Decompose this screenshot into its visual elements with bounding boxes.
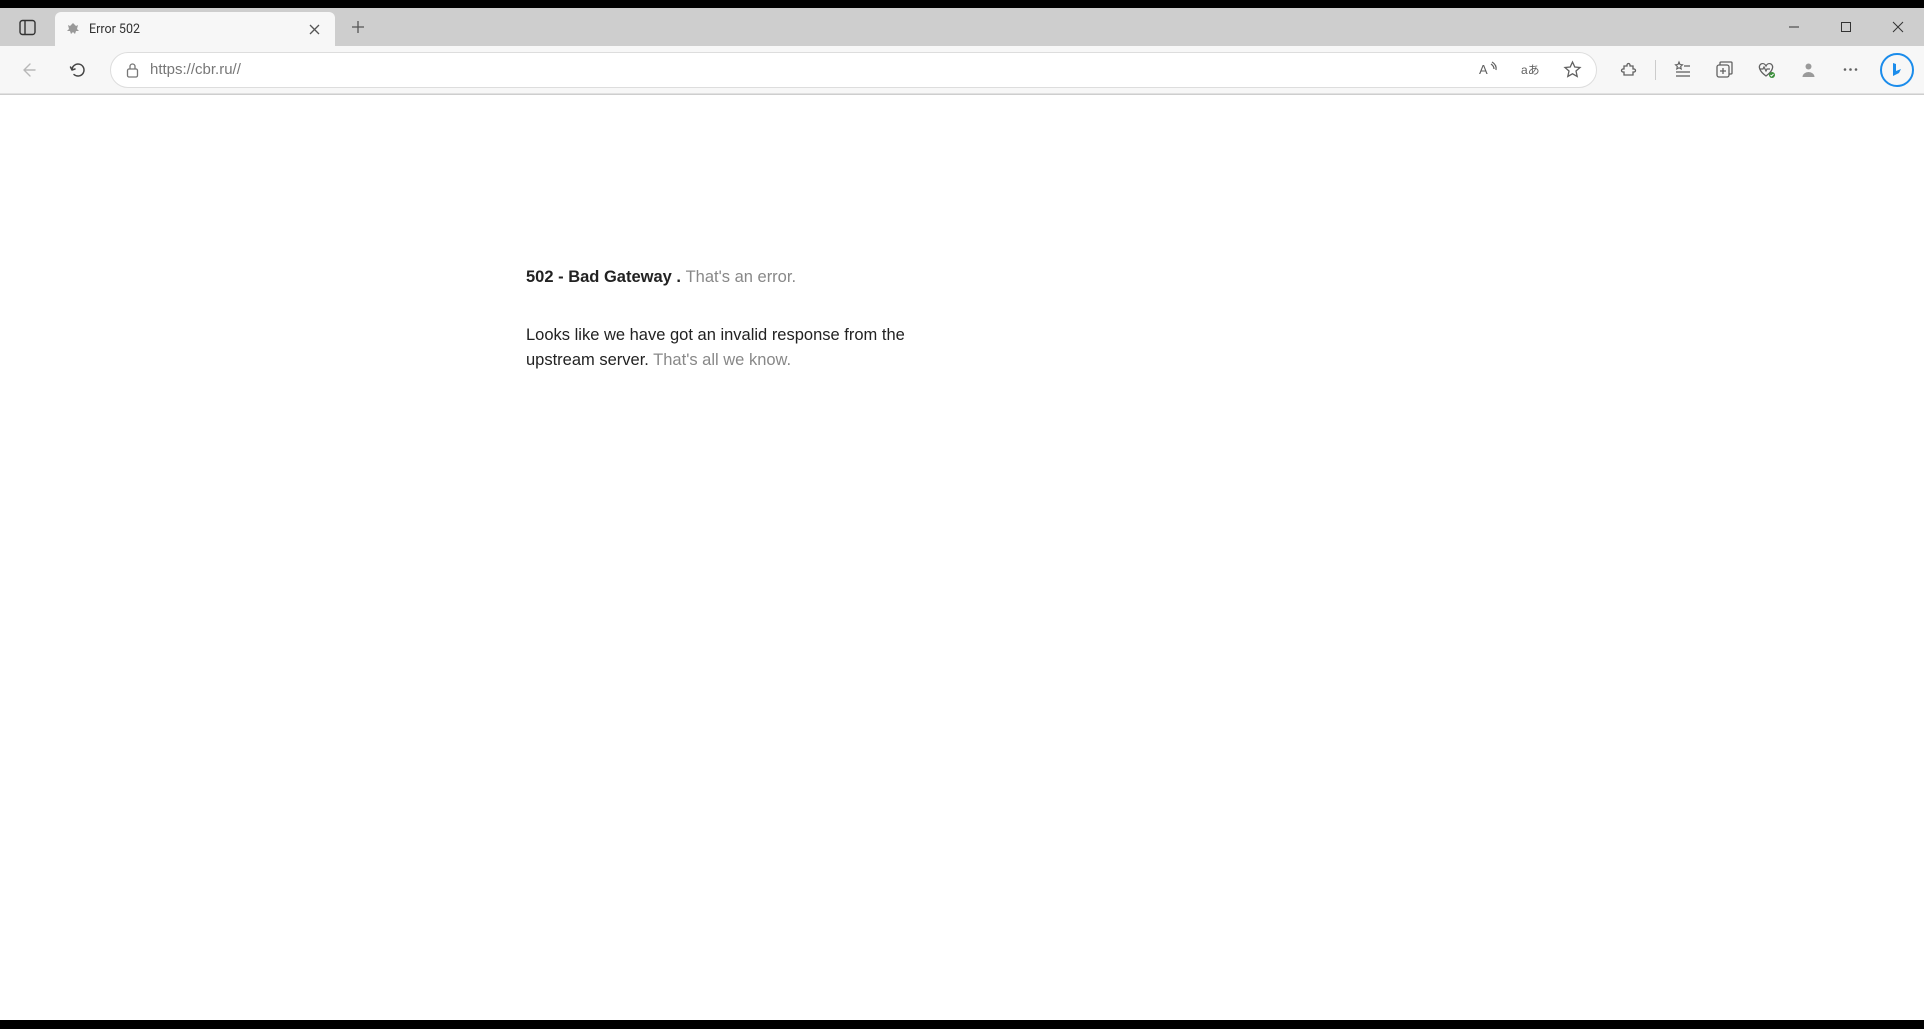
browser-window: Error 502: [0, 8, 1924, 1021]
maximize-button[interactable]: [1820, 8, 1872, 46]
close-window-button[interactable]: [1872, 8, 1924, 46]
translate-icon: aあ: [1521, 60, 1540, 79]
extensions-button[interactable]: [1609, 52, 1649, 88]
titlebar-drag-area[interactable]: [375, 8, 1768, 46]
new-tab-button[interactable]: [341, 8, 375, 46]
favorites-list-button[interactable]: [1662, 52, 1702, 88]
address-bar[interactable]: A aあ: [110, 52, 1597, 88]
collections-button[interactable]: [1704, 52, 1744, 88]
toolbar: A aあ: [0, 46, 1924, 94]
bing-icon: [1888, 61, 1906, 79]
translate-button[interactable]: aあ: [1514, 54, 1546, 86]
favorites-list-icon: [1673, 60, 1692, 79]
error-message: 502 - Bad Gateway . That's an error. Loo…: [526, 265, 956, 374]
heartbeat-icon: [1756, 60, 1776, 79]
maximize-icon: [1840, 21, 1852, 33]
minimize-icon: [1788, 21, 1800, 33]
arrow-left-icon: [19, 61, 37, 79]
refresh-icon: [69, 61, 87, 79]
error-label: That's an error.: [686, 268, 796, 286]
puzzle-icon: [1620, 60, 1639, 79]
window-controls: [1768, 8, 1924, 46]
refresh-button[interactable]: [60, 52, 96, 88]
profile-button[interactable]: [1788, 52, 1828, 88]
more-icon: [1841, 60, 1860, 79]
toolbar-right: [1609, 52, 1914, 88]
svg-text:A: A: [1479, 62, 1488, 77]
svg-text:aあ: aあ: [1521, 63, 1540, 77]
close-icon: [1892, 21, 1904, 33]
collections-icon: [1715, 60, 1734, 79]
error-body-tail: That's all we know.: [653, 351, 791, 369]
minimize-button[interactable]: [1768, 8, 1820, 46]
error-body-line: Looks like we have got an invalid respon…: [526, 323, 956, 374]
read-aloud-button[interactable]: A: [1472, 54, 1504, 86]
star-icon: [1563, 60, 1582, 79]
performance-button[interactable]: [1746, 52, 1786, 88]
titlebar: Error 502: [0, 8, 1924, 46]
settings-menu-button[interactable]: [1830, 52, 1870, 88]
tab-actions-left: [0, 8, 55, 46]
favorite-button[interactable]: [1556, 54, 1588, 86]
person-icon: [1799, 60, 1818, 79]
favicon-eagle-icon: [65, 21, 81, 37]
error-code: 502 - Bad Gateway .: [526, 268, 686, 286]
back-button[interactable]: [10, 52, 46, 88]
error-heading-line: 502 - Bad Gateway . That's an error.: [526, 265, 956, 291]
read-aloud-icon: A: [1479, 60, 1498, 79]
square-split-icon: [19, 19, 36, 36]
bing-chat-button[interactable]: [1880, 53, 1914, 87]
browser-tab[interactable]: Error 502: [55, 12, 335, 46]
lock-icon[interactable]: [125, 62, 140, 78]
tab-title: Error 502: [89, 22, 297, 37]
tab-actions-button[interactable]: [12, 13, 44, 41]
url-input[interactable]: [150, 61, 1462, 78]
page-content: 502 - Bad Gateway . That's an error. Loo…: [0, 94, 1924, 1020]
close-icon: [309, 24, 320, 35]
plus-icon: [351, 20, 365, 34]
tab-close-button[interactable]: [305, 20, 323, 38]
toolbar-divider: [1655, 60, 1656, 80]
